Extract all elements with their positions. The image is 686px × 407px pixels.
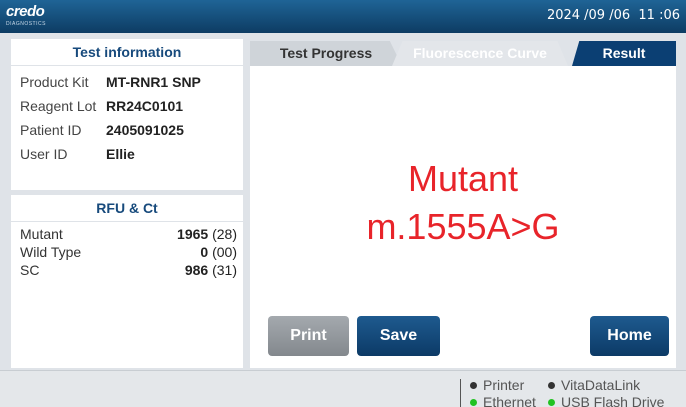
rfu-sc-rfu: 986 — [184, 262, 209, 278]
reagent-lot-value: RR24C0101 — [106, 98, 184, 114]
vitadatalink-status-label: VitaDataLink — [561, 377, 641, 393]
rfu-mutant-value: 1965 (28) — [177, 225, 237, 243]
status-usb-flash-drive: USB Flash Drive — [548, 394, 664, 407]
status-bar: Printer VitaDataLink Ethernet USB Flash … — [0, 370, 686, 407]
test-information-title: Test information — [11, 39, 243, 66]
result-mutation-text: m.1555A>G — [366, 206, 560, 247]
info-row-product-kit: Product Kit MT-RNR1 SNP — [20, 70, 243, 94]
logo-subtitle: DIAGNOSTICS — [6, 21, 46, 27]
user-id-label: User ID — [20, 146, 68, 162]
status-divider — [460, 379, 461, 407]
patient-id-value: 2405091025 — [106, 122, 184, 138]
rfu-ct-title: RFU & Ct — [11, 195, 243, 222]
rfu-mutant-rfu: 1965 — [177, 226, 209, 242]
top-bar: credo DIAGNOSTICS 2024 /09 /06 11 :06 — [0, 0, 686, 33]
rfu-wild-type-value: 0 (00) — [200, 243, 237, 261]
ethernet-status-dot-icon — [470, 399, 477, 406]
product-kit-value: MT-RNR1 SNP — [106, 74, 201, 90]
vitadatalink-status-dot-icon — [548, 382, 555, 389]
tab-fluorescence-curve[interactable]: Fluorescence Curve — [392, 41, 568, 66]
rfu-wild-type-ct: (00) — [212, 244, 237, 260]
printer-status-dot-icon — [470, 382, 477, 389]
print-button[interactable]: Print — [268, 316, 349, 356]
rfu-mutant-label: Mutant — [20, 226, 63, 242]
test-information-list: Product Kit MT-RNR1 SNP Reagent Lot RR24… — [11, 66, 243, 166]
home-button[interactable]: Home — [590, 316, 669, 356]
datetime: 2024 /09 /06 11 :06 — [546, 8, 680, 23]
result-content: Mutant m.1555A>G Print Save Home — [250, 66, 676, 368]
rfu-sc-label: SC — [20, 262, 40, 278]
user-id-value: Ellie — [106, 146, 135, 162]
rfu-row-wild-type: Wild Type 0 (00) — [20, 243, 237, 261]
usb-flash-drive-status-dot-icon — [548, 399, 555, 406]
rfu-sc-value: 986 (31) — [185, 261, 237, 279]
info-row-patient-id: Patient ID 2405091025 — [20, 118, 243, 142]
product-kit-label: Product Kit — [20, 74, 89, 90]
usb-flash-drive-status-label: USB Flash Drive — [561, 394, 665, 407]
reagent-lot-label: Reagent Lot — [20, 98, 97, 114]
status-ethernet: Ethernet — [470, 394, 536, 407]
rfu-sc-ct: (31) — [212, 262, 237, 278]
rfu-row-mutant: Mutant 1965 (28) — [20, 225, 237, 243]
status-vitadatalink: VitaDataLink — [548, 377, 640, 393]
credo-logo: credo — [6, 3, 45, 20]
info-row-user-id: User ID Ellie — [20, 142, 243, 166]
status-printer: Printer — [470, 377, 524, 393]
rfu-mutant-ct: (28) — [212, 226, 237, 242]
rfu-ct-list: Mutant 1965 (28) Wild Type 0 (00) SC 986… — [11, 222, 243, 279]
printer-status-label: Printer — [483, 377, 525, 393]
tab-test-progress[interactable]: Test Progress — [250, 41, 402, 66]
save-button[interactable]: Save — [357, 316, 440, 356]
rfu-row-sc: SC 986 (31) — [20, 261, 237, 279]
tab-result[interactable]: Result — [572, 41, 676, 66]
result-type-text: Mutant — [407, 158, 519, 199]
ethernet-status-label: Ethernet — [483, 394, 536, 407]
result-tabs: Test Progress Fluorescence Curve Result — [250, 41, 676, 66]
info-row-reagent-lot: Reagent Lot RR24C0101 — [20, 94, 243, 118]
patient-id-label: Patient ID — [20, 122, 82, 138]
test-information-panel: Test information Product Kit MT-RNR1 SNP… — [11, 39, 243, 190]
rfu-ct-panel: RFU & Ct Mutant 1965 (28) Wild Type 0 (0… — [11, 195, 243, 368]
rfu-wild-type-rfu: 0 — [200, 244, 209, 260]
rfu-wild-type-label: Wild Type — [20, 244, 82, 260]
